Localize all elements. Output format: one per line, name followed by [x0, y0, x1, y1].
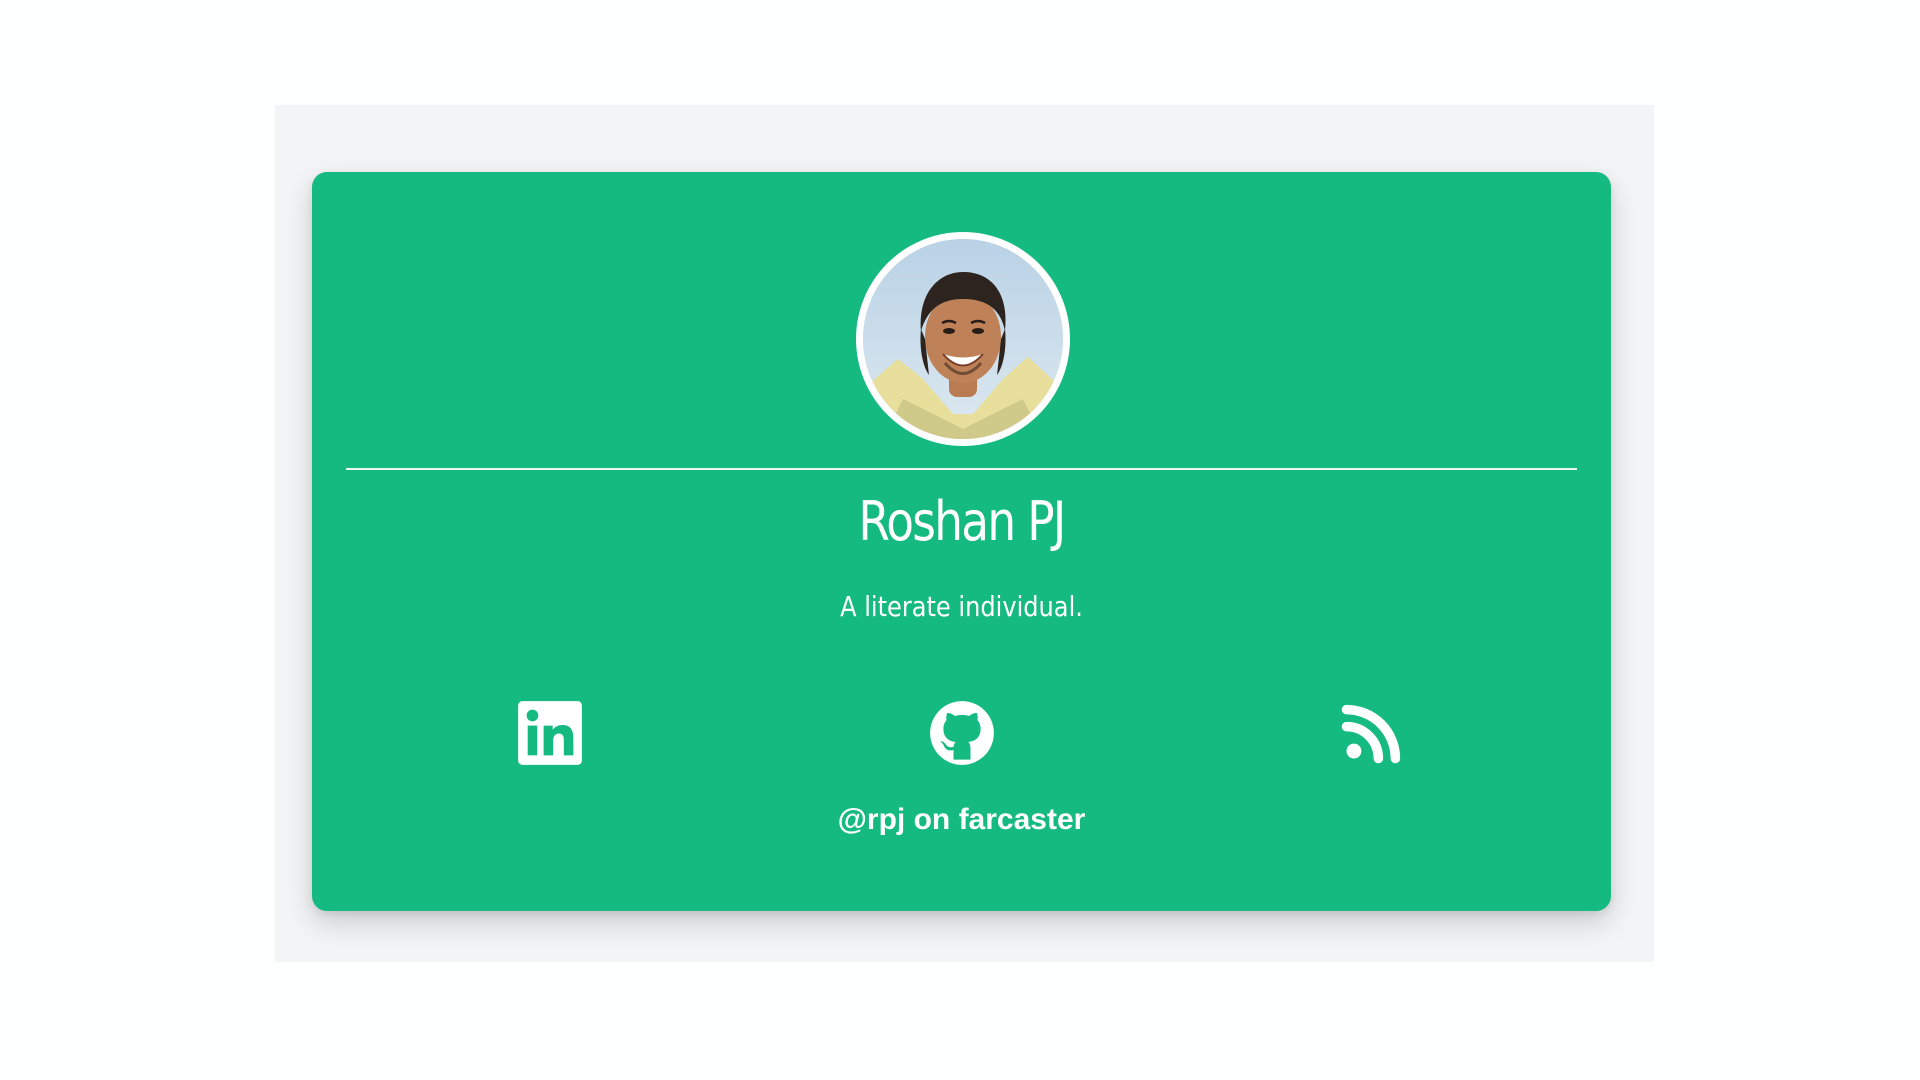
linkedin-icon: [518, 701, 582, 765]
farcaster-handle: @rpj on farcaster: [837, 803, 1086, 836]
rss-link[interactable]: [1338, 699, 1406, 767]
avatar: [856, 232, 1070, 446]
profile-name: Roshan PJ: [858, 490, 1066, 553]
social-links: [312, 699, 1611, 769]
github-icon: [930, 701, 994, 765]
avatar-photo: [863, 239, 1063, 439]
github-link[interactable]: [928, 699, 996, 767]
divider: [346, 468, 1577, 470]
profile-card: Roshan PJ A literate individual. @rpj on…: [312, 172, 1611, 911]
linkedin-link[interactable]: [516, 699, 584, 767]
rss-icon: [1341, 704, 1401, 764]
profile-tagline: A literate individual.: [840, 590, 1083, 623]
